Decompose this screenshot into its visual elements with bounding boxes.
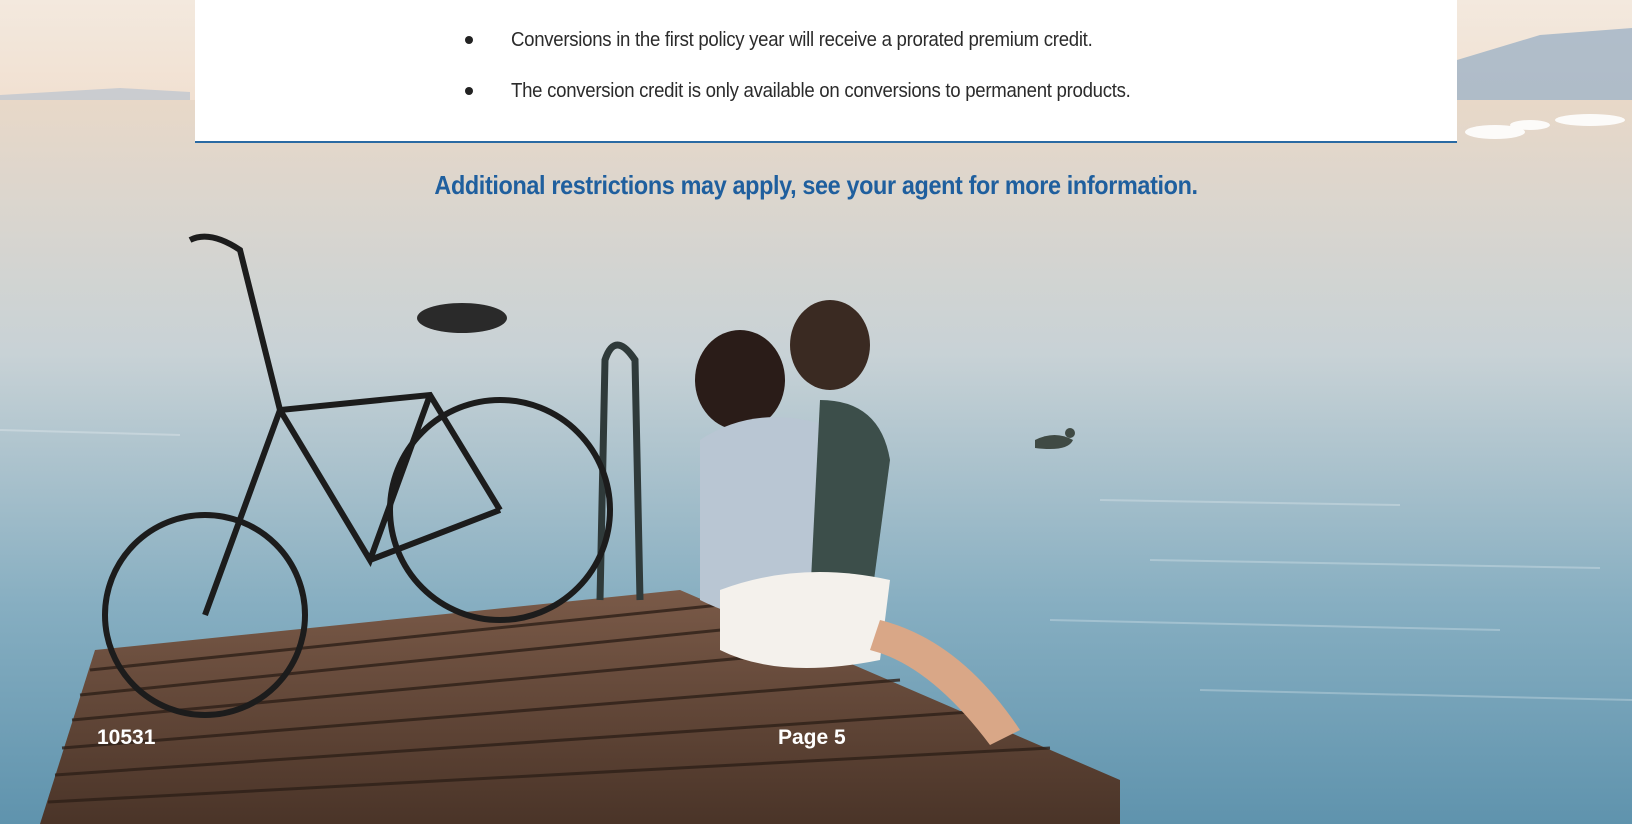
bullet-text: The conversion credit is only available … bbox=[511, 79, 1131, 102]
list-item: Conversions in the first policy year wil… bbox=[465, 25, 1136, 55]
page-number: Page 5 bbox=[778, 726, 846, 749]
content-card: Conversions in the first policy year wil… bbox=[195, 0, 1457, 143]
bullet-text: Conversions in the first policy year wil… bbox=[511, 28, 1093, 51]
restrictions-notice: Additional restrictions may apply, see y… bbox=[0, 170, 1632, 201]
list-item: The conversion credit is only available … bbox=[465, 76, 1177, 106]
document-code: 10531 bbox=[97, 726, 156, 749]
bullet-icon bbox=[465, 87, 473, 95]
restrictions-notice-text: Additional restrictions may apply, see y… bbox=[434, 170, 1198, 200]
bullet-icon bbox=[465, 36, 473, 44]
